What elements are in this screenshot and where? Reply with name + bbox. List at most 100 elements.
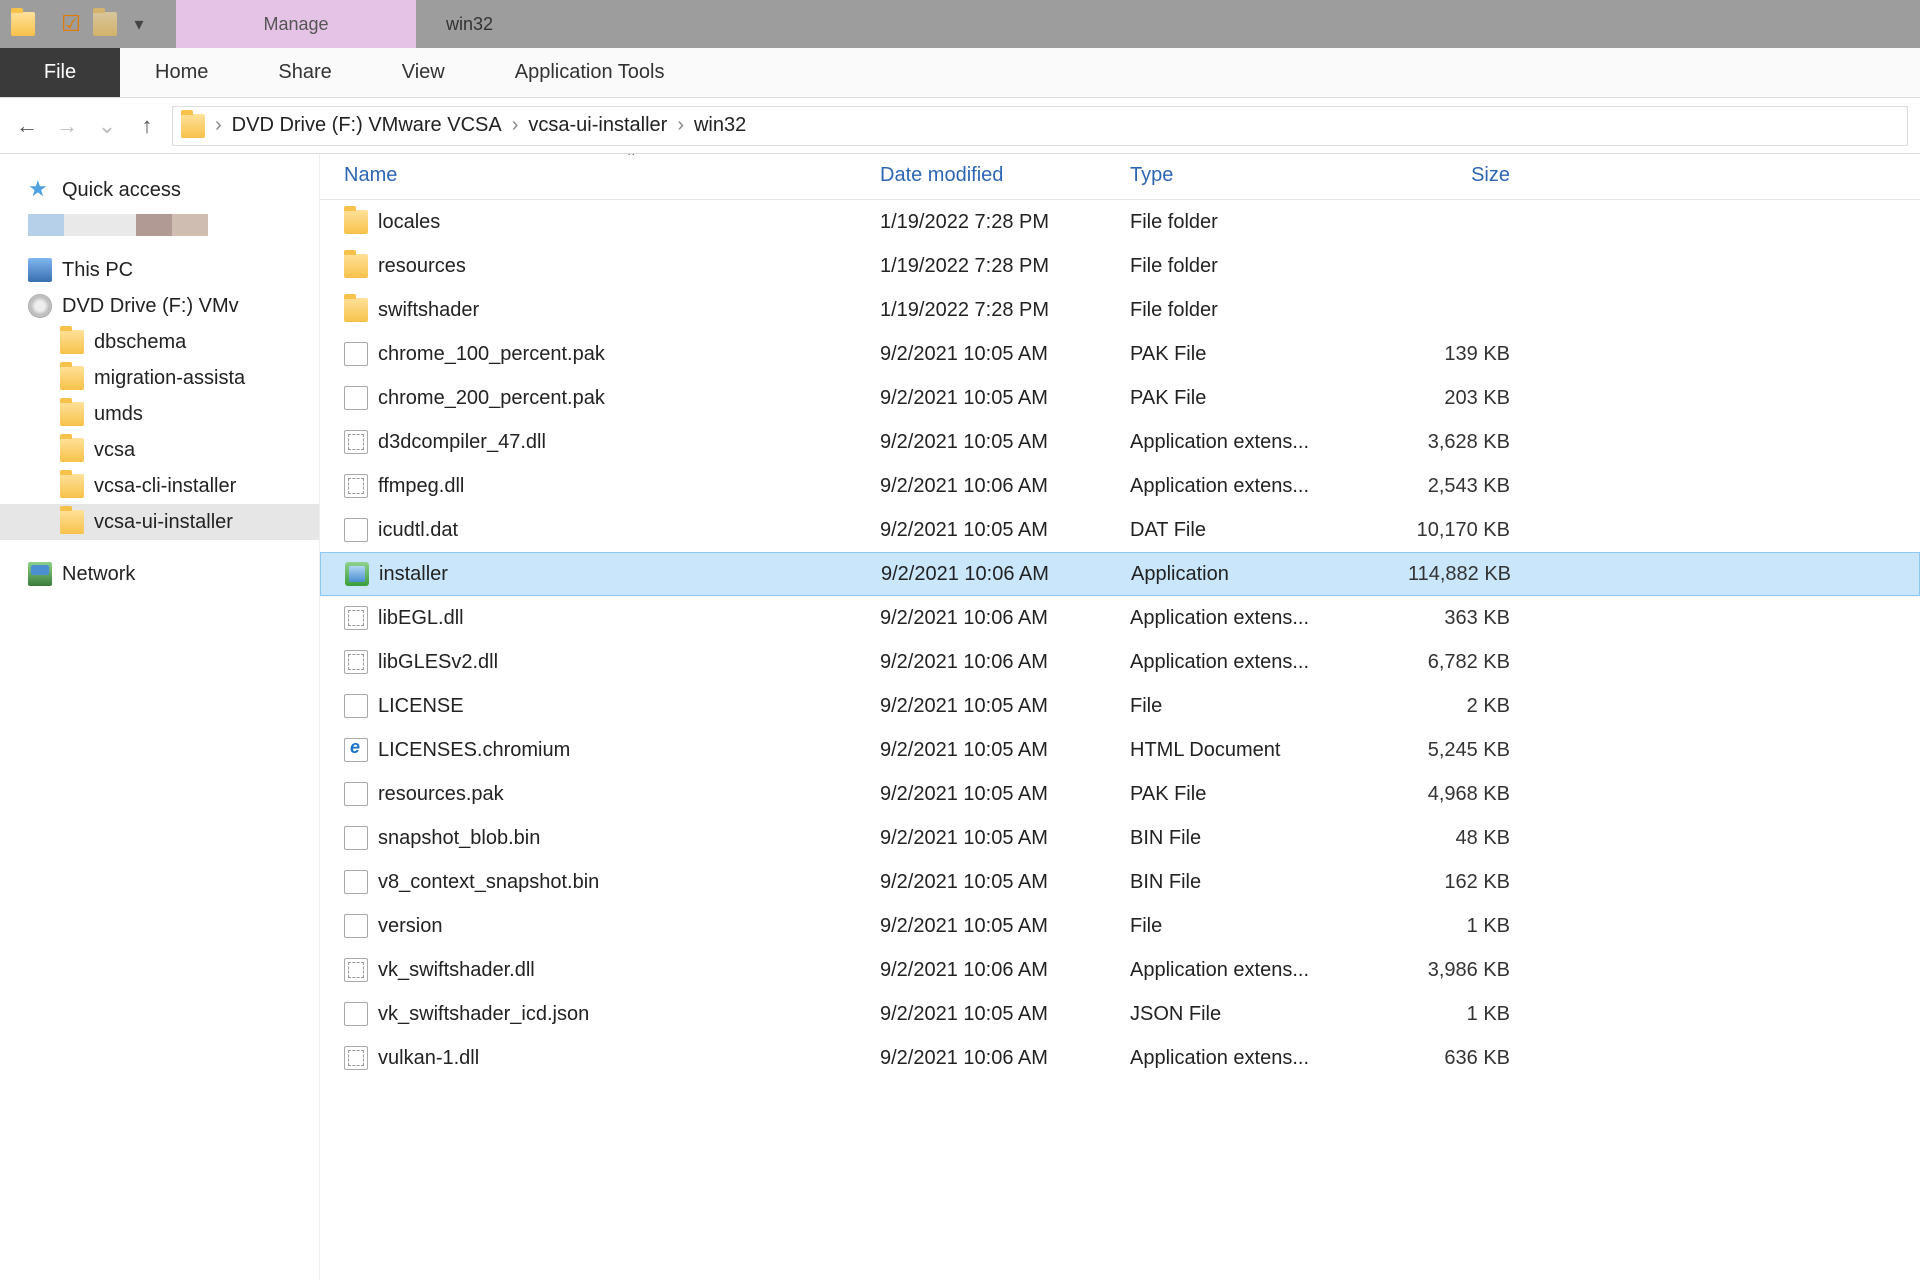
star-icon: ★ [28, 178, 52, 202]
file-date: 9/2/2021 10:06 AM [880, 1047, 1130, 1070]
file-name: installer [379, 563, 448, 586]
column-date[interactable]: Date modified [880, 164, 1130, 187]
file-size: 1 KB [1380, 1003, 1530, 1026]
file-row[interactable]: LICENSE9/2/2021 10:05 AMFile2 KB [320, 684, 1920, 728]
file-row[interactable]: LICENSES.chromium9/2/2021 10:05 AMHTML D… [320, 728, 1920, 772]
dll-icon [344, 1046, 368, 1070]
file-type: Application extens... [1130, 475, 1380, 498]
file-row[interactable]: libGLESv2.dll9/2/2021 10:06 AMApplicatio… [320, 640, 1920, 684]
folder-icon [60, 510, 84, 534]
sidebar-item-label: DVD Drive (F:) VMv [62, 295, 239, 318]
column-size[interactable]: Size [1380, 164, 1530, 187]
file-date: 9/2/2021 10:06 AM [880, 607, 1130, 630]
breadcrumb-root[interactable]: DVD Drive (F:) VMware VCSA [232, 114, 502, 137]
tab-home[interactable]: Home [120, 48, 243, 97]
file-type: File [1130, 915, 1380, 938]
tab-application-tools[interactable]: Application Tools [480, 48, 700, 97]
file-row[interactable]: ffmpeg.dll9/2/2021 10:06 AMApplication e… [320, 464, 1920, 508]
chevron-right-icon[interactable]: › [677, 114, 684, 137]
file-row[interactable]: resources.pak9/2/2021 10:05 AMPAK File4,… [320, 772, 1920, 816]
file-date: 9/2/2021 10:05 AM [880, 343, 1130, 366]
file-date: 9/2/2021 10:06 AM [880, 651, 1130, 674]
file-name: v8_context_snapshot.bin [378, 871, 599, 894]
file-row[interactable]: locales 1/19/2022 7:28 PMFile folder [320, 200, 1920, 244]
sidebar-quick-access[interactable]: ★ Quick access [0, 172, 319, 208]
file-size: 3,986 KB [1380, 959, 1530, 982]
chevron-right-icon[interactable]: › [215, 114, 222, 137]
file-row[interactable]: swiftshader1/19/2022 7:28 PMFile folder [320, 288, 1920, 332]
file-name: chrome_200_percent.pak [378, 387, 605, 410]
file-row[interactable]: installer9/2/2021 10:06 AMApplication114… [320, 552, 1920, 596]
ribbon-tabs: File Home Share View Application Tools [0, 48, 1920, 98]
sidebar-folder[interactable]: dbschema [0, 324, 319, 360]
network-icon [28, 562, 52, 586]
file-row[interactable]: vk_swiftshader_icd.json9/2/2021 10:05 AM… [320, 992, 1920, 1036]
column-type[interactable]: Type [1130, 164, 1380, 187]
file-type: BIN File [1130, 827, 1380, 850]
location-icon [181, 114, 205, 138]
sidebar-folder[interactable]: vcsa-ui-installer [0, 504, 319, 540]
file-row[interactable]: vk_swiftshader.dll9/2/2021 10:06 AMAppli… [320, 948, 1920, 992]
file-name: locales [378, 211, 440, 234]
file-date: 9/2/2021 10:06 AM [881, 563, 1131, 586]
file-row[interactable]: d3dcompiler_47.dll9/2/2021 10:05 AMAppli… [320, 420, 1920, 464]
back-button[interactable]: ← [12, 111, 42, 141]
sidebar-item-label: vcsa [94, 439, 135, 462]
file-row[interactable]: libEGL.dll9/2/2021 10:06 AMApplication e… [320, 596, 1920, 640]
file-size: 363 KB [1380, 607, 1530, 630]
sidebar-folder[interactable]: vcsa-cli-installer [0, 468, 319, 504]
file-size: 10,170 KB [1380, 519, 1530, 542]
column-name[interactable]: Name ⌃ [320, 164, 880, 187]
file-row[interactable]: vulkan-1.dll9/2/2021 10:06 AMApplication… [320, 1036, 1920, 1080]
contextual-tab-manage[interactable]: Manage [176, 0, 416, 48]
monitor-icon [28, 258, 52, 282]
sidebar-item-label: Quick access [62, 179, 181, 202]
sidebar-item-label: vcsa-cli-installer [94, 475, 236, 498]
recent-dropdown-icon[interactable]: ⌄ [92, 111, 122, 141]
folder-icon [344, 210, 368, 234]
file-row[interactable]: chrome_200_percent.pak9/2/2021 10:05 AMP… [320, 376, 1920, 420]
qat-dropdown-icon[interactable]: ▾ [126, 11, 152, 37]
file-type: JSON File [1130, 1003, 1380, 1026]
file-row[interactable]: resources1/19/2022 7:28 PMFile folder [320, 244, 1920, 288]
file-row[interactable]: icudtl.dat9/2/2021 10:05 AMDAT File10,17… [320, 508, 1920, 552]
tab-view[interactable]: View [367, 48, 480, 97]
breadcrumb-mid[interactable]: vcsa-ui-installer [528, 114, 667, 137]
file-date: 9/2/2021 10:06 AM [880, 959, 1130, 982]
file-row[interactable]: chrome_100_percent.pak9/2/2021 10:05 AMP… [320, 332, 1920, 376]
chevron-right-icon[interactable]: › [512, 114, 519, 137]
sidebar-network[interactable]: Network [0, 556, 319, 592]
breadcrumb-leaf[interactable]: win32 [694, 114, 746, 137]
sidebar-folder[interactable]: vcsa [0, 432, 319, 468]
file-size: 48 KB [1380, 827, 1530, 850]
sidebar-folder[interactable]: migration-assista [0, 360, 319, 396]
forward-button[interactable]: → [52, 111, 82, 141]
window-title: win32 [416, 0, 493, 48]
address-bar[interactable]: › DVD Drive (F:) VMware VCSA › vcsa-ui-i… [172, 106, 1908, 146]
file-size: 5,245 KB [1380, 739, 1530, 762]
file-row[interactable]: v8_context_snapshot.bin 9/2/2021 10:05 AM… [320, 860, 1920, 904]
sidebar-folder[interactable]: umds [0, 396, 319, 432]
properties-icon[interactable]: ☑ [58, 11, 84, 37]
file-tab[interactable]: File [0, 48, 120, 97]
file-size: 2,543 KB [1380, 475, 1530, 498]
file-date: 9/2/2021 10:05 AM [880, 871, 1130, 894]
file-row[interactable]: version9/2/2021 10:05 AMFile1 KB [320, 904, 1920, 948]
file-date: 1/19/2022 7:28 PM [880, 211, 1130, 234]
file-row[interactable]: snapshot_blob.bin9/2/2021 10:05 AMBIN Fi… [320, 816, 1920, 860]
file-type: File folder [1130, 211, 1380, 234]
tab-share[interactable]: Share [243, 48, 366, 97]
up-button[interactable]: ↑ [132, 111, 162, 141]
sidebar-this-pc[interactable]: This PC [0, 252, 319, 288]
file-type: PAK File [1130, 343, 1380, 366]
sidebar-dvd-drive[interactable]: DVD Drive (F:) VMv [0, 288, 319, 324]
file-size: 139 KB [1380, 343, 1530, 366]
file-type: PAK File [1130, 783, 1380, 806]
file-name: vulkan-1.dll [378, 1047, 479, 1070]
file-date: 9/2/2021 10:05 AM [880, 827, 1130, 850]
file-date: 1/19/2022 7:28 PM [880, 255, 1130, 278]
file-type: Application extens... [1130, 607, 1380, 630]
folder-icon [344, 254, 368, 278]
dll-icon [344, 958, 368, 982]
new-folder-icon[interactable] [92, 11, 118, 37]
